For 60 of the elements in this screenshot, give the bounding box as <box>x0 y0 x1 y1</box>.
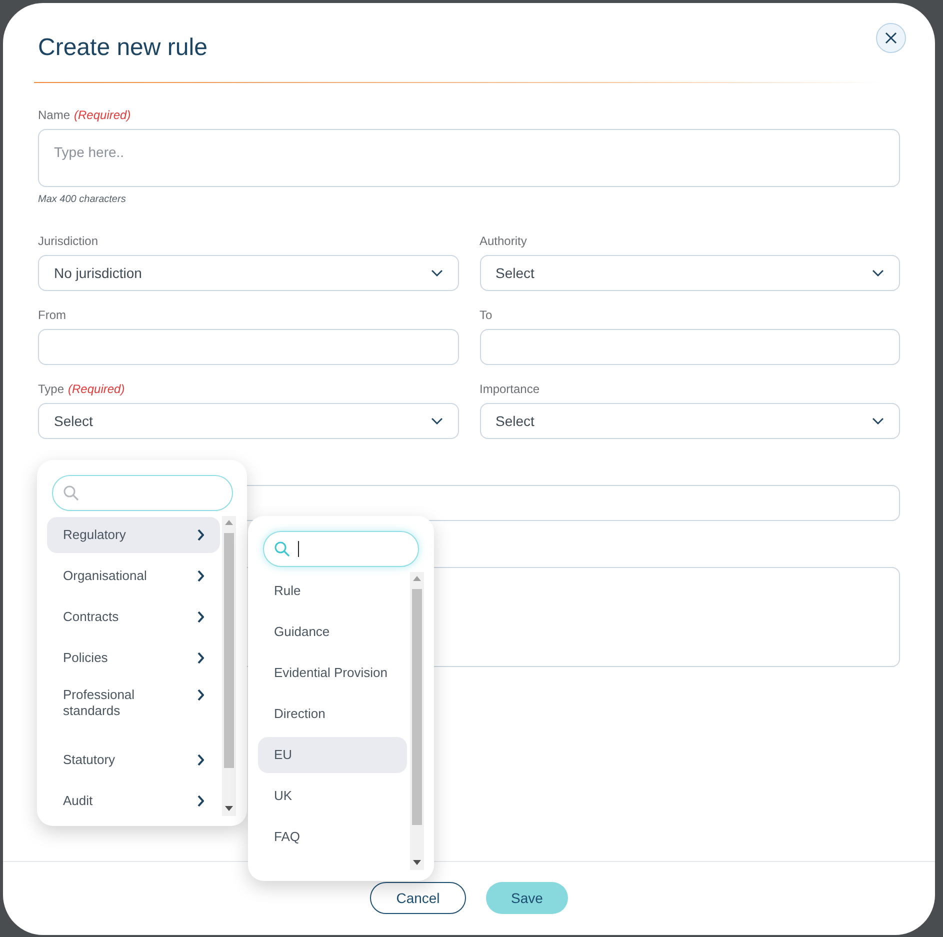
required-note: (Required) <box>74 107 131 123</box>
search-icon <box>274 541 290 557</box>
menu-item[interactable]: EU <box>258 737 407 773</box>
close-button[interactable] <box>876 23 906 53</box>
menu-item[interactable]: Contracts <box>47 599 220 635</box>
menu-item[interactable]: Evidential Provision <box>258 655 407 691</box>
input-field[interactable] <box>480 329 900 365</box>
hint-text: Max 400 characters <box>38 193 127 207</box>
select-value: Select <box>496 412 534 430</box>
chevron-right-icon <box>197 529 204 541</box>
menu-item[interactable]: Audit <box>47 783 220 819</box>
field-label: Importance <box>480 381 540 397</box>
select-field[interactable]: Select <box>480 255 900 291</box>
menu-item[interactable]: Policies <box>47 640 220 676</box>
chevron-down-icon <box>430 269 442 277</box>
scroll-down-icon <box>225 806 233 811</box>
chevron-down-icon <box>872 417 884 425</box>
close-icon <box>885 32 897 44</box>
chevron-right-icon <box>197 754 204 766</box>
chevron-down-icon <box>430 417 442 425</box>
search-field[interactable] <box>263 531 419 567</box>
scrollbar[interactable] <box>222 516 236 816</box>
scroll-down-icon <box>413 860 421 865</box>
field-label: Authority <box>480 233 527 249</box>
select-value: Select <box>54 412 93 430</box>
field-label: Name <box>38 107 70 123</box>
menu-item[interactable]: Rule <box>258 573 407 609</box>
chevron-right-icon <box>197 795 204 807</box>
menu-item[interactable]: FAQ <box>258 819 407 855</box>
menu-item[interactable]: Professional standards <box>47 681 220 737</box>
chevron-right-icon <box>197 611 204 623</box>
menu-item[interactable]: Organisational <box>47 558 220 594</box>
chevron-right-icon <box>197 689 204 701</box>
menu-item[interactable]: Direction <box>258 696 407 732</box>
select-value: Select <box>496 264 534 282</box>
scroll-up-icon <box>413 576 421 581</box>
menu-item[interactable]: UK <box>258 778 407 814</box>
field-label: Jurisdiction <box>38 233 98 249</box>
select-field[interactable]: No jurisdiction <box>38 255 458 291</box>
required-note: (Required) <box>68 381 125 397</box>
menu-item[interactable]: Statutory <box>47 742 220 778</box>
field-label: Type <box>38 381 64 397</box>
menu-item[interactable]: Guidance <box>258 614 407 650</box>
cancel-button[interactable]: Cancel <box>370 882 466 914</box>
search-icon <box>63 485 79 501</box>
save-button[interactable]: Save <box>486 882 568 914</box>
dialog-title: Create new rule <box>38 33 208 63</box>
select-value: No jurisdiction <box>54 264 142 283</box>
chevron-right-icon <box>197 570 204 582</box>
select-field[interactable]: Select <box>480 403 900 439</box>
scrollbar[interactable] <box>410 572 424 870</box>
chevron-right-icon <box>197 652 204 664</box>
search-field[interactable] <box>52 475 233 511</box>
name-input[interactable]: Type here.. <box>38 129 900 187</box>
chevron-down-icon <box>872 269 884 277</box>
input-field[interactable] <box>38 329 458 365</box>
select-field[interactable]: Select <box>38 403 458 439</box>
menu-item[interactable]: Regulatory <box>47 517 220 553</box>
field-label: From <box>38 307 66 323</box>
field-label: To <box>480 307 492 323</box>
